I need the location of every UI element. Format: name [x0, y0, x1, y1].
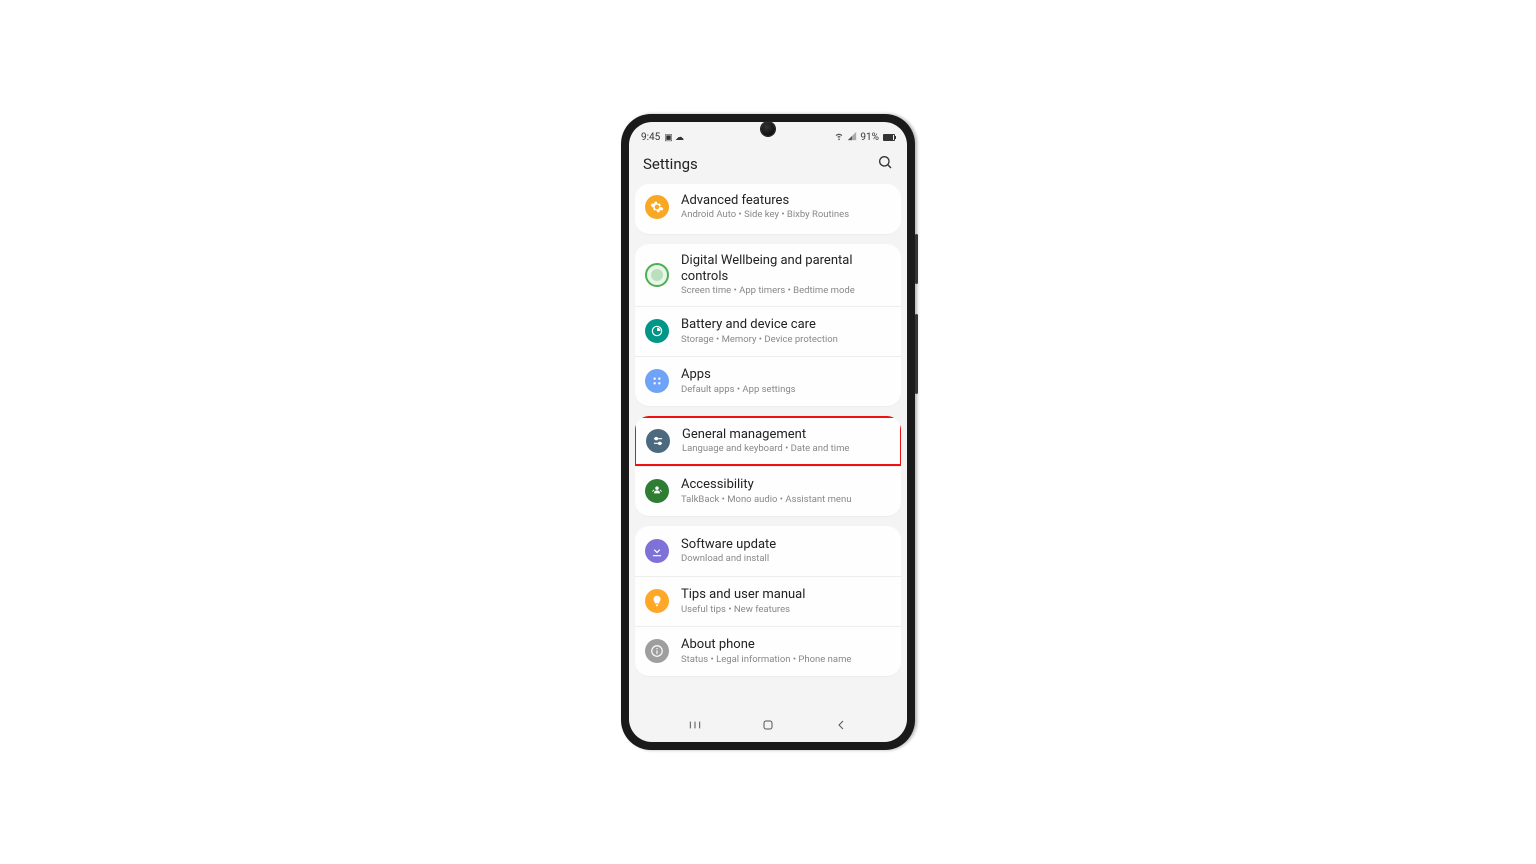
settings-group: Advanced featuresAndroid Auto • Side key…	[635, 184, 901, 234]
item-title: Software update	[681, 537, 891, 553]
settings-group: General managementLanguage and keyboard …	[635, 416, 901, 516]
item-text: AppsDefault apps • App settings	[681, 367, 891, 395]
settings-group: Digital Wellbeing and parental controlsS…	[635, 244, 901, 406]
person-icon	[645, 479, 669, 503]
settings-item-advanced-features[interactable]: Advanced featuresAndroid Auto • Side key…	[635, 184, 901, 234]
item-title: Tips and user manual	[681, 587, 891, 603]
page-title: Settings	[643, 155, 698, 173]
item-title: Digital Wellbeing and parental controls	[681, 253, 891, 284]
item-title: Battery and device care	[681, 317, 891, 333]
item-title: General management	[682, 427, 890, 443]
front-camera	[761, 122, 775, 136]
settings-item-about-phone[interactable]: About phoneStatus • Legal information • …	[635, 626, 901, 676]
battery-icon	[882, 134, 895, 141]
item-title: Advanced features	[681, 193, 891, 209]
battery-percent: 91%	[860, 132, 879, 143]
care-icon	[645, 319, 669, 343]
grid-icon	[645, 369, 669, 393]
screen: 9:45 ▣ ☁ 91% Settings Adva	[629, 122, 907, 742]
item-subtitle: Language and keyboard • Date and time	[682, 443, 890, 454]
settings-item-software-update[interactable]: Software updateDownload and install	[635, 526, 901, 576]
home-button[interactable]	[760, 717, 776, 733]
item-text: Battery and device careStorage • Memory …	[681, 317, 891, 345]
info-icon	[645, 639, 669, 663]
header: Settings	[629, 146, 907, 184]
wifi-icon	[834, 131, 844, 144]
item-text: General managementLanguage and keyboard …	[682, 427, 890, 455]
item-subtitle: Download and install	[681, 553, 891, 564]
settings-group: Software updateDownload and install Tips …	[635, 526, 901, 676]
navigation-bar	[629, 708, 907, 742]
gear-icon	[645, 195, 669, 219]
item-text: About phoneStatus • Legal information • …	[681, 637, 891, 665]
item-subtitle: Screen time • App timers • Bedtime mode	[681, 285, 891, 296]
back-button[interactable]	[833, 717, 849, 733]
settings-list[interactable]: Advanced featuresAndroid Auto • Side key…	[629, 184, 907, 708]
item-text: AccessibilityTalkBack • Mono audio • Ass…	[681, 477, 891, 505]
search-button[interactable]	[877, 154, 893, 174]
settings-item-general-management[interactable]: General managementLanguage and keyboard …	[635, 416, 901, 466]
download-icon	[645, 539, 669, 563]
ring-icon	[645, 263, 669, 287]
settings-item-digital-wellbeing[interactable]: Digital Wellbeing and parental controlsS…	[635, 244, 901, 306]
item-title: About phone	[681, 637, 891, 653]
bulb-icon	[645, 589, 669, 613]
settings-item-accessibility[interactable]: AccessibilityTalkBack • Mono audio • Ass…	[635, 466, 901, 516]
settings-item-battery[interactable]: Battery and device careStorage • Memory …	[635, 306, 901, 356]
item-title: Apps	[681, 367, 891, 383]
status-left-icons: ▣ ☁	[664, 132, 684, 143]
phone-frame: 9:45 ▣ ☁ 91% Settings Adva	[621, 114, 915, 750]
sliders-icon	[646, 429, 670, 453]
settings-item-apps[interactable]: AppsDefault apps • App settings	[635, 356, 901, 406]
settings-item-tips[interactable]: Tips and user manualUseful tips • New fe…	[635, 576, 901, 626]
item-text: Tips and user manualUseful tips • New fe…	[681, 587, 891, 615]
item-subtitle: Status • Legal information • Phone name	[681, 654, 891, 665]
item-subtitle: Storage • Memory • Device protection	[681, 334, 891, 345]
signal-icon	[847, 131, 857, 144]
item-subtitle: Useful tips • New features	[681, 604, 891, 615]
item-text: Software updateDownload and install	[681, 537, 891, 565]
item-text: Digital Wellbeing and parental controlsS…	[681, 253, 891, 297]
item-subtitle: Android Auto • Side key • Bixby Routines	[681, 209, 891, 220]
item-subtitle: TalkBack • Mono audio • Assistant menu	[681, 494, 891, 505]
item-title: Accessibility	[681, 477, 891, 493]
status-time: 9:45	[641, 132, 660, 143]
item-subtitle: Default apps • App settings	[681, 384, 891, 395]
item-text: Advanced featuresAndroid Auto • Side key…	[681, 193, 891, 221]
recents-button[interactable]	[687, 717, 703, 733]
